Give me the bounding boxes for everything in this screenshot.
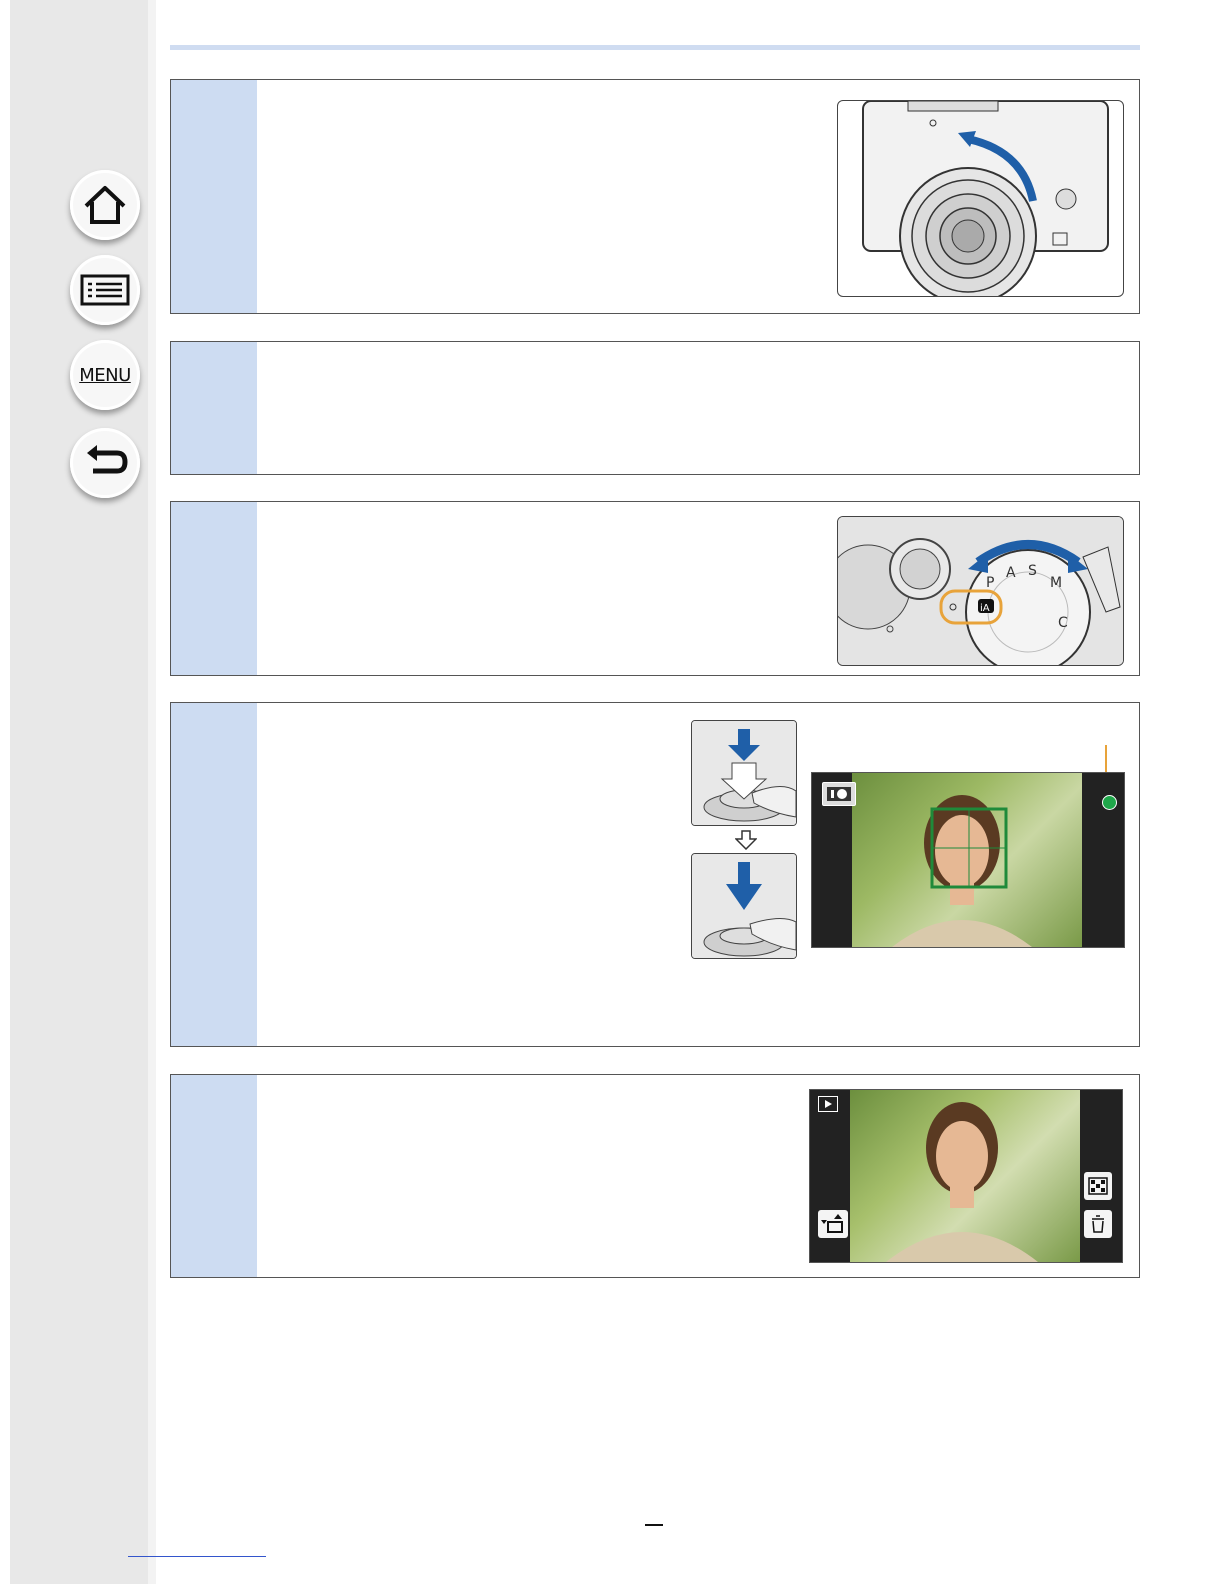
step-4: [170, 702, 1140, 1047]
mode-dial-graphic: iA P A S M C: [838, 517, 1123, 665]
footer-link-underline[interactable]: [128, 1556, 266, 1557]
camera-body-graphic: [862, 101, 1109, 296]
home-button[interactable]: [70, 170, 140, 240]
focus-indicator: [1102, 795, 1117, 810]
playback-screen: [809, 1089, 1123, 1263]
next-step-arrow-icon: [734, 830, 758, 855]
step-3: iA P A S M C: [170, 501, 1140, 676]
mode-s-letter: S: [1028, 563, 1037, 579]
mode-dial-illustration: iA P A S M C: [837, 516, 1124, 666]
mode-c-letter: C: [1058, 615, 1068, 631]
step-number-column: [171, 80, 257, 313]
grid-view-icon: [1088, 1177, 1108, 1195]
mode-a-letter: A: [1006, 565, 1016, 581]
back-arrow-icon: [87, 445, 128, 474]
list-icon: [80, 274, 130, 306]
mode-m-letter: M: [1050, 575, 1062, 591]
thumbnail-view-button[interactable]: [1084, 1172, 1112, 1200]
back-button[interactable]: [70, 428, 140, 498]
contents-button[interactable]: [70, 255, 140, 325]
step-number-column: [171, 342, 257, 474]
delete-button[interactable]: [1084, 1210, 1112, 1238]
full-press-graphic: [692, 854, 796, 958]
step-number-column: [171, 502, 257, 675]
menu-button[interactable]: MENU: [70, 340, 140, 410]
step-2: [170, 341, 1140, 475]
shutter-half-press-illustration: [691, 720, 797, 826]
return-recording-icon: [821, 1214, 843, 1233]
playback-mode-icon: [818, 1096, 838, 1112]
step-1: [170, 79, 1140, 314]
top-rule: [170, 45, 1140, 50]
menu-label: MENU: [79, 364, 131, 386]
return-to-recording-button[interactable]: [818, 1210, 848, 1238]
recording-screen: [811, 772, 1125, 948]
mode-ia-label: iA: [980, 603, 990, 614]
trash-icon: [1092, 1215, 1104, 1233]
playback-subject-graphic: [886, 1102, 1038, 1262]
portrait-photo: [852, 773, 1082, 947]
sidebar-edge: [148, 0, 156, 1584]
intelligent-auto-icon: [822, 782, 856, 806]
half-press-graphic: [692, 721, 796, 825]
portrait-subject-graphic: [892, 795, 1032, 947]
shutter-full-press-illustration: [691, 853, 797, 959]
page-number-dash: [645, 1524, 663, 1526]
playback-photo: [850, 1090, 1080, 1262]
home-icon: [84, 186, 126, 224]
mode-p-letter: P: [986, 575, 994, 591]
step-number-column: [171, 1075, 257, 1277]
sidebar: [10, 0, 148, 1584]
camera-lens-illustration: [837, 100, 1124, 297]
step-5: [170, 1074, 1140, 1278]
step-number-column: [171, 703, 257, 1046]
